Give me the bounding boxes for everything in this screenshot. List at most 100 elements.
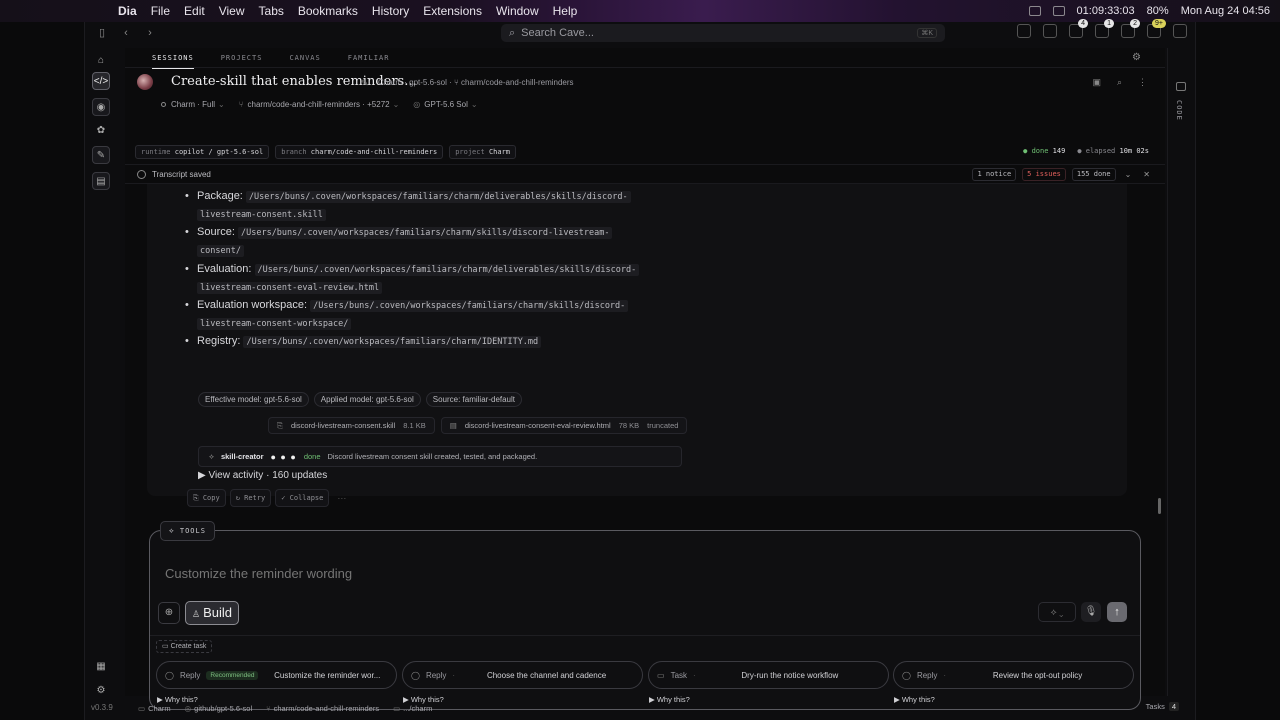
globe-icon[interactable]: ⊕ — [158, 602, 180, 624]
grid-icon[interactable]: ▦ — [92, 658, 110, 676]
code-panel-label[interactable]: CODE — [1175, 100, 1183, 121]
suggestion-chip[interactable]: ▭ Task · Dry-run the notice workflow — [648, 661, 889, 689]
code-panel-icon[interactable] — [1176, 82, 1186, 91]
suggestion-chip[interactable]: ◯ Reply Recommended Customize the remind… — [156, 661, 397, 689]
composer: ⟡ TOOLS ⊕ ♙Build ⟡ ⌄ 🎙 ↑ ▭ Create task ◯… — [149, 521, 1141, 710]
menu-bookmarks[interactable]: Bookmarks — [298, 4, 358, 18]
skill-file-icon: ⎘ — [277, 421, 283, 430]
file-attachment[interactable]: ⎘ discord-livestream-consent.skill 8.1 K… — [268, 417, 435, 434]
avatar-icon[interactable]: ✿ — [92, 122, 110, 140]
home-icon[interactable]: ⌂ — [92, 52, 110, 70]
menu-tabs[interactable]: Tabs — [259, 4, 284, 18]
battery-percent[interactable]: 80% — [1147, 5, 1169, 17]
microphone-icon[interactable]: 🎙 — [1081, 602, 1101, 622]
timer-readout[interactable]: 01:09:33:03 — [1077, 5, 1135, 17]
tab-canvas[interactable]: CANVAS — [289, 48, 320, 68]
panel-toggle-icon[interactable] — [1173, 24, 1187, 38]
prompt-input[interactable] — [165, 566, 865, 581]
done-count-badge[interactable]: 155 done — [1071, 168, 1116, 181]
menu-view[interactable]: View — [219, 4, 245, 18]
file-path[interactable]: livestream-consent-workspace/ — [197, 318, 352, 330]
tools-button[interactable]: ⟡ TOOLS — [160, 521, 215, 541]
status-tray-icon[interactable] — [1028, 6, 1041, 16]
search-input[interactable]: ⌕ Search Cave... ⌘K — [501, 24, 945, 42]
scrollbar[interactable] — [1158, 498, 1161, 514]
tab-projects[interactable]: PROJECTS — [221, 48, 263, 68]
alerts-icon[interactable]: 9+ — [1147, 19, 1166, 38]
file-attachment[interactable]: ▤ discord-livestream-consent-eval-review… — [440, 417, 688, 434]
create-task-button[interactable]: ▭ Create task — [156, 640, 213, 653]
file-path[interactable]: /Users/buns/.coven/workspaces/familiars/… — [245, 191, 631, 203]
chevron-down-icon[interactable]: ⌄ — [1122, 170, 1135, 179]
file-path[interactable]: consent/ — [197, 245, 244, 257]
settings-gear-icon[interactable]: ⚙ — [92, 682, 110, 700]
menu-file[interactable]: File — [151, 4, 170, 18]
suggestion-chip[interactable]: ◯ Reply · Choose the channel and cadence — [402, 661, 643, 689]
suggestion-text: Customize the reminder wor... — [274, 670, 381, 680]
extension-icon[interactable] — [1043, 24, 1057, 38]
build-mode-button[interactable]: ♙ Build — [185, 601, 239, 625]
archive-icon[interactable]: ▣ — [1092, 77, 1101, 88]
code-icon[interactable]: </> — [92, 72, 110, 90]
file-path[interactable]: livestream-consent-eval-review.html — [197, 282, 383, 294]
sidebar-toggle-icon[interactable]: ▯ — [95, 26, 109, 40]
toolbar-actions: 4 1 2 9+ — [1017, 19, 1187, 38]
issues-count-badge[interactable]: 5 issues — [1022, 168, 1066, 181]
agent-selector[interactable]: Charm · Full ⌄ — [161, 100, 225, 109]
chip-value: copilot / gpt-5.6-sol — [174, 148, 264, 156]
tasks-icon[interactable]: 2 — [1121, 19, 1140, 38]
status-text: Charm — [148, 703, 171, 713]
status-item-model[interactable]: ◎ github/gpt-5.6-sol — [185, 704, 253, 713]
session-settings-icon[interactable]: ⚙ — [1132, 52, 1141, 63]
chat-icon[interactable]: ▤ — [92, 172, 110, 190]
menu-app[interactable]: Dia — [118, 4, 137, 18]
notice-count-badge[interactable]: 1 notice — [972, 168, 1017, 181]
suggestion-chip[interactable]: ◯ Reply · Review the opt-out policy — [893, 661, 1134, 689]
forward-icon[interactable]: › — [143, 26, 157, 40]
menu-history[interactable]: History — [372, 4, 409, 18]
send-button[interactable]: ↑ — [1107, 602, 1127, 622]
menu-help[interactable]: Help — [553, 4, 578, 18]
status-item-branch[interactable]: ⑂ charm/code-and-chill-reminders — [266, 704, 379, 713]
notifications-icon[interactable]: 4 — [1069, 19, 1088, 38]
menu-extensions[interactable]: Extensions — [423, 4, 482, 18]
branch-chip[interactable]: branch charm/code-and-chill-reminders — [275, 145, 444, 159]
status-tray-icon[interactable] — [1052, 6, 1065, 16]
file-path[interactable]: /Users/buns/.coven/workspaces/familiars/… — [237, 227, 613, 239]
status-item-project[interactable]: ▭ Charm — [138, 704, 171, 713]
tab-sessions[interactable]: SESSIONS — [152, 48, 194, 69]
agent-dot-icon — [161, 102, 166, 107]
branch-selector[interactable]: ⑂ charm/code-and-chill-reminders · +5272 ⌄ — [239, 100, 400, 109]
familiar-icon[interactable]: ◉ — [92, 98, 110, 116]
search-icon[interactable]: ⌕ — [1117, 77, 1122, 88]
menu-window[interactable]: Window — [496, 4, 539, 18]
status-item-path[interactable]: ▭ .../charm — [393, 704, 432, 713]
close-icon[interactable]: ✕ — [1140, 170, 1153, 179]
more-icon[interactable]: ⋮ — [1138, 77, 1147, 88]
file-path[interactable]: /Users/buns/.coven/workspaces/familiars/… — [254, 264, 640, 276]
tool-call-row[interactable]: ⟡ skill-creator ● ● ● done Discord lives… — [198, 446, 682, 467]
file-path[interactable]: /Users/buns/.coven/workspaces/familiars/… — [310, 300, 629, 312]
tasks-indicator[interactable]: Tasks 4 — [1146, 702, 1179, 711]
menubar-clock[interactable]: Mon Aug 24 04:56 — [1181, 5, 1270, 17]
file-path[interactable]: livestream-consent.skill — [197, 209, 326, 221]
menu-edit[interactable]: Edit — [184, 4, 205, 18]
model-selector[interactable]: ◎ GPT-5.6 Sol ⌄ — [413, 100, 477, 109]
back-icon[interactable]: ‹ — [119, 26, 133, 40]
edit-icon[interactable] — [1017, 24, 1031, 38]
document-icon: ▤ — [449, 421, 457, 430]
project-chip[interactable]: project Charm — [449, 145, 517, 159]
copy-button[interactable]: ⎘ Copy — [187, 489, 226, 507]
runtime-chip[interactable]: runtime copilot / gpt-5.6-sol — [135, 145, 270, 159]
more-icon[interactable]: ··· — [337, 493, 346, 503]
file-path[interactable]: /Users/buns/.coven/workspaces/familiars/… — [243, 336, 542, 348]
notes-icon[interactable]: ✎ — [92, 146, 110, 164]
retry-button[interactable]: ↻ Retry — [229, 489, 272, 507]
tab-familiar[interactable]: FAMILIAR — [348, 48, 390, 68]
view-activity-toggle[interactable]: ▶ View activity · 160 updates — [198, 470, 327, 481]
model-picker[interactable]: ⟡ ⌄ — [1038, 602, 1076, 622]
inbox-icon[interactable]: 1 — [1095, 19, 1114, 38]
collapse-button[interactable]: ✓ Collapse — [275, 489, 330, 507]
pin-icon[interactable]: ✎ — [361, 78, 369, 89]
suggestion-text: Dry-run the notice workflow — [741, 670, 839, 680]
